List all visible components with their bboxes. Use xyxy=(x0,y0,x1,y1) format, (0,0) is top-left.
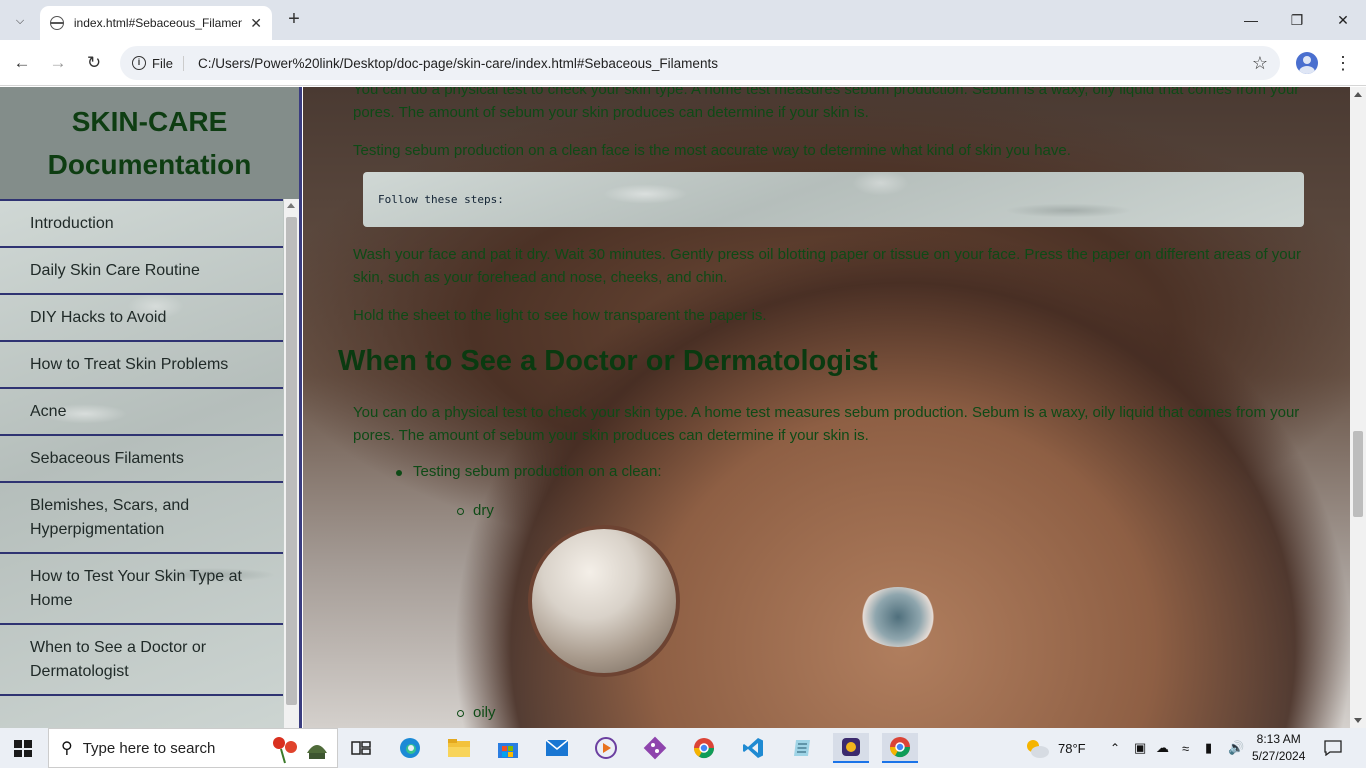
sidebar-item-acne[interactable]: Acne xyxy=(0,387,283,434)
sidebar-scroll-area: Introduction Daily Skin Care Routine DIY… xyxy=(0,199,299,728)
reload-button[interactable]: ↻ xyxy=(81,50,107,76)
url-text[interactable]: C:/Users/Power%20link/Desktop/doc-page/s… xyxy=(198,56,718,71)
sidebar-title: SKIN-CARE Documentation xyxy=(48,100,252,186)
sidebar-scrollbar[interactable] xyxy=(284,199,299,728)
new-tab-button[interactable]: + xyxy=(282,8,306,32)
code-block: Follow these steps: xyxy=(363,172,1304,227)
vscode-icon[interactable] xyxy=(735,733,771,763)
code-text: Follow these steps: xyxy=(378,193,504,206)
main-content: You can do a physical test to check your… xyxy=(303,87,1350,728)
wifi-icon[interactable]: ≈ xyxy=(1182,728,1189,768)
weather-temperature: 78°F xyxy=(1058,740,1086,756)
paragraph-wash-face: Wash your face and pat it dry. Wait 30 m… xyxy=(353,246,1301,286)
sidebar-header: SKIN-CARE Documentation xyxy=(0,87,299,199)
browser-tab[interactable]: index.html#Sebaceous_Filaments ✕ xyxy=(40,6,272,40)
page-scroll-down-icon[interactable] xyxy=(1354,718,1362,723)
taskbar-search-box[interactable]: ⚲ Type here to search xyxy=(48,728,338,768)
task-view-icon[interactable] xyxy=(343,733,379,763)
gaming-app-icon[interactable] xyxy=(833,733,869,763)
globe-icon xyxy=(49,16,64,30)
volume-icon[interactable]: 🔊 xyxy=(1228,728,1244,768)
sidebar-item-sebaceous-filaments[interactable]: Sebaceous Filaments xyxy=(0,434,283,481)
photo-right-eye xyxy=(858,587,938,647)
media-player-icon[interactable] xyxy=(588,733,624,763)
tab-strip: ⌵ index.html#Sebaceous_Filaments ✕ + — ❐… xyxy=(0,0,1366,40)
sidebar-item-daily-skin-care-routine[interactable]: Daily Skin Care Routine xyxy=(0,246,283,293)
git-icon[interactable] xyxy=(637,733,673,763)
page-scrollbar[interactable] xyxy=(1350,87,1366,728)
partly-cloudy-icon xyxy=(1027,740,1049,758)
clock-date: 5/27/2024 xyxy=(1252,749,1306,763)
bookmark-star-icon[interactable]: ☆ xyxy=(1252,53,1268,74)
page-scroll-up-icon[interactable] xyxy=(1354,92,1362,97)
search-highlight-poppy-icon xyxy=(273,737,327,764)
info-icon[interactable]: i xyxy=(132,56,146,70)
page-viewport: SKIN-CARE Documentation Introduction Dai… xyxy=(0,87,1366,728)
profile-avatar-icon[interactable] xyxy=(1296,52,1318,74)
system-clock[interactable]: 8:13 AM 5/27/2024 xyxy=(1252,731,1305,765)
skin-texture-image xyxy=(528,525,680,677)
windows-start-icon[interactable] xyxy=(14,740,32,757)
section-heading-see-doctor: When to See a Doctor or Dermatologist xyxy=(338,345,878,377)
show-hidden-icons-chevron-icon[interactable]: ⌃ xyxy=(1110,728,1120,768)
sub-list-item-oily: oily xyxy=(457,704,496,721)
search-icon: ⚲ xyxy=(61,740,73,757)
browser-toolbar: ← → ↻ i File C:/Users/Power%20link/Deskt… xyxy=(0,40,1366,86)
sidebar-nav: SKIN-CARE Documentation Introduction Dai… xyxy=(0,87,302,728)
meet-now-icon[interactable]: ▣ xyxy=(1134,728,1146,768)
sub-list-item-dry: dry xyxy=(457,502,494,519)
chrome-icon[interactable] xyxy=(882,733,918,763)
paragraph-sebum-test: You can do a physical test to check your… xyxy=(353,87,1300,121)
sidebar-item-diy-hacks[interactable]: DIY Hacks to Avoid xyxy=(0,293,283,340)
onedrive-cloud-icon[interactable]: ☁ xyxy=(1156,728,1169,768)
notepad-icon[interactable] xyxy=(784,733,820,763)
windows-taskbar: ⚲ Type here to search 78°F ⌃ ▣ ☁ ≈ ▮ 🔊 8… xyxy=(0,728,1366,768)
paragraph-hold-sheet: Hold the sheet to the light to see how t… xyxy=(353,307,767,324)
forward-button[interactable]: → xyxy=(45,50,71,76)
sidebar-list: Introduction Daily Skin Care Routine DIY… xyxy=(0,199,283,728)
taskbar-search-placeholder: Type here to search xyxy=(82,739,216,757)
back-button[interactable]: ← xyxy=(9,50,35,76)
edge-icon[interactable] xyxy=(392,733,428,763)
browser-menu-icon[interactable]: ⋮ xyxy=(1334,52,1352,74)
sidebar-list-end xyxy=(0,694,283,728)
sidebar-title-line1: SKIN-CARE xyxy=(71,106,228,137)
paragraph-clean-face: Testing sebum production on a clean face… xyxy=(353,142,1071,159)
minimize-button[interactable]: — xyxy=(1228,0,1274,40)
tab-search-chevron-icon[interactable]: ⌵ xyxy=(8,9,32,33)
mail-icon[interactable] xyxy=(539,733,575,763)
page-scroll-thumb[interactable] xyxy=(1353,431,1363,517)
omnibox-scheme: File xyxy=(152,55,184,71)
close-window-button[interactable]: ✕ xyxy=(1320,0,1366,40)
restore-button[interactable]: ❐ xyxy=(1274,0,1320,40)
file-explorer-icon[interactable] xyxy=(441,733,477,763)
sidebar-item-treat-skin-problems[interactable]: How to Treat Skin Problems xyxy=(0,340,283,387)
microsoft-store-icon[interactable] xyxy=(490,733,526,763)
clock-time: 8:13 AM xyxy=(1256,732,1301,746)
sidebar-item-test-skin-type[interactable]: How to Test Your Skin Type at Home xyxy=(0,552,283,623)
sidebar-item-see-doctor[interactable]: When to See a Doctor or Dermatologist xyxy=(0,623,283,694)
notifications-icon[interactable] xyxy=(1324,728,1342,768)
chrome-profile-icon[interactable] xyxy=(686,733,722,763)
tab-title: index.html#Sebaceous_Filaments xyxy=(73,16,243,30)
sidebar-scroll-up-icon[interactable] xyxy=(287,203,295,208)
paragraph-physical-test: You can do a physical test to check your… xyxy=(353,404,1300,444)
address-bar[interactable]: i File C:/Users/Power%20link/Desktop/doc… xyxy=(120,46,1280,80)
weather-widget[interactable]: 78°F xyxy=(1024,728,1086,768)
sidebar-scroll-thumb[interactable] xyxy=(286,217,297,705)
tab-close-icon[interactable]: ✕ xyxy=(250,15,262,32)
list-item: Testing sebum production on a clean: xyxy=(396,463,662,480)
sidebar-title-line2: Documentation xyxy=(47,149,252,180)
sidebar-item-introduction[interactable]: Introduction xyxy=(0,199,283,246)
sidebar-item-blemishes[interactable]: Blemishes, Scars, and Hyperpigmentation xyxy=(0,481,283,552)
battery-icon[interactable]: ▮ xyxy=(1205,728,1212,768)
